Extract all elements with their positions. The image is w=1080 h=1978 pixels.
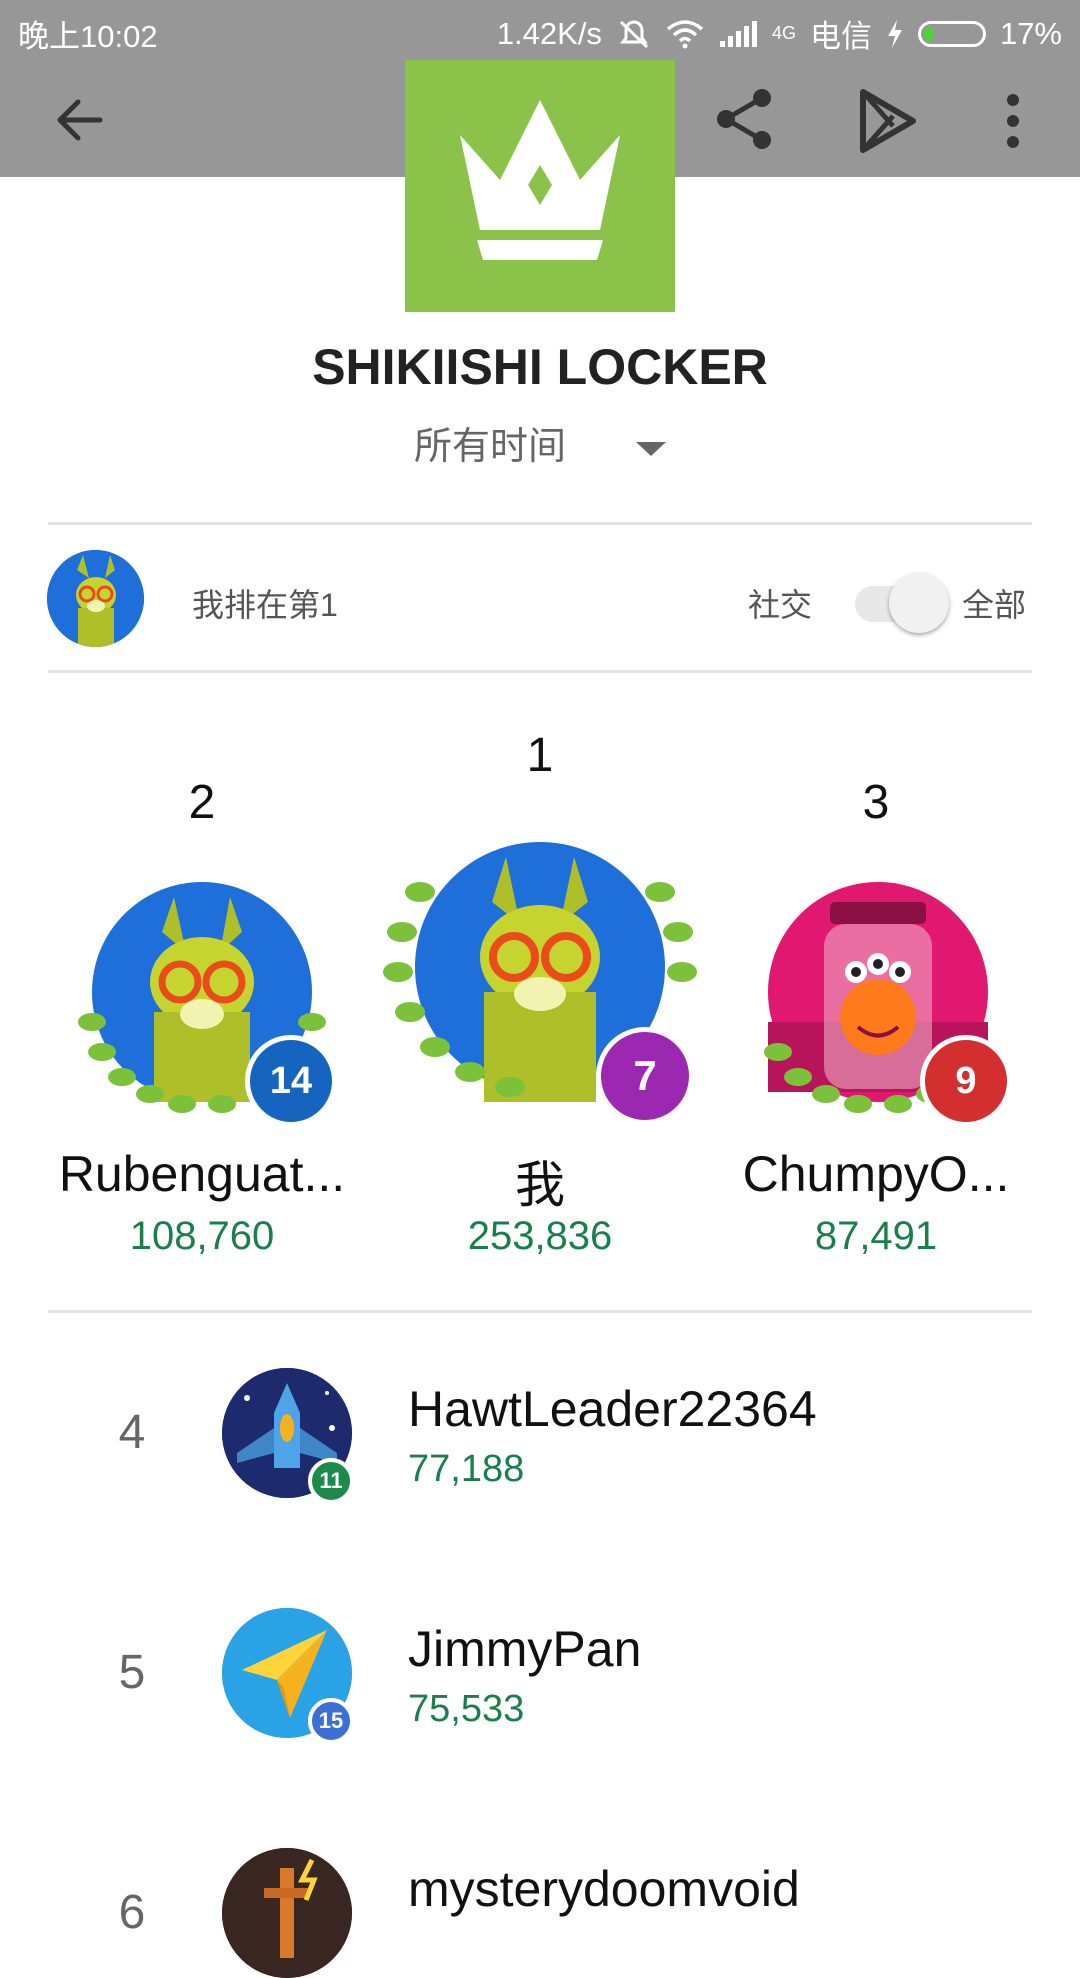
list-name: mysterydoomvoid <box>408 1861 800 1917</box>
sword-avatar-icon <box>222 1848 352 1978</box>
back-button[interactable] <box>50 90 120 154</box>
divider <box>48 670 1032 673</box>
battery-percent: 17% <box>999 15 1062 51</box>
status-bar: 晚上10:02 1.42K/s 4G 电信 17% <box>0 0 1080 60</box>
list-rank: 4 <box>118 1406 146 1459</box>
list-rank: 6 <box>118 1886 146 1939</box>
time-filter-dropdown[interactable]: 所有时间 <box>0 415 1080 470</box>
level-badge: 14 <box>245 1035 337 1127</box>
podium-score-3: 87,491 <box>814 1214 938 1258</box>
game-title: SHIKIISHI LOCKER <box>312 339 768 395</box>
list-score: 77,188 <box>408 1448 525 1490</box>
podium-name-3: ChumpyO... <box>742 1146 1010 1202</box>
podium-name-2: Rubenguat... <box>58 1146 346 1202</box>
podium-name-1: 我 <box>515 1157 565 1213</box>
podium-score-2: 108,760 <box>129 1214 275 1258</box>
list-name: JimmyPan <box>408 1621 642 1677</box>
more-vert-icon <box>1007 94 1019 148</box>
llama-avatar-icon <box>47 550 144 647</box>
level-badge: 9 <box>920 1035 1012 1127</box>
level-badge: 7 <box>596 1027 694 1125</box>
toggle-knob[interactable] <box>889 573 949 633</box>
play-store-icon <box>860 89 916 153</box>
divider <box>48 1310 1032 1313</box>
list-score: 75,533 <box>408 1688 525 1730</box>
share-icon <box>717 89 771 149</box>
divider <box>48 522 1032 525</box>
social-label: 社交 <box>748 587 813 623</box>
all-label: 全部 <box>962 587 1027 623</box>
game-icon <box>405 60 675 312</box>
charging-icon <box>887 19 902 48</box>
time-filter-label: 所有时间 <box>413 426 566 468</box>
level-badge: 11 <box>308 1458 354 1504</box>
signal-icon <box>719 20 757 47</box>
podium-rank-3: 3 <box>862 776 890 829</box>
list-rank: 5 <box>118 1646 146 1699</box>
avatar <box>222 1848 352 1978</box>
arrow-left-icon <box>57 99 103 141</box>
dropdown-arrow-icon <box>636 441 666 456</box>
podium-rank-2: 2 <box>188 776 216 829</box>
more-options-button[interactable] <box>995 86 1031 156</box>
status-icons: 1.42K/s 4G 电信 17% <box>497 11 1062 56</box>
mute-icon <box>619 19 648 48</box>
play-store-button[interactable] <box>855 86 925 156</box>
level-badge: 15 <box>308 1698 354 1744</box>
my-rank-text: 我排在第1 <box>192 587 338 623</box>
wifi-icon <box>666 19 704 48</box>
battery-icon <box>917 20 986 47</box>
podium-rank-1: 1 <box>526 729 554 782</box>
podium-score-1: 253,836 <box>467 1214 613 1258</box>
crown-icon <box>460 100 620 260</box>
share-button[interactable] <box>710 84 780 154</box>
network-type: 4G <box>771 23 796 43</box>
list-name: HawtLeader22364 <box>408 1381 817 1437</box>
avatar[interactable] <box>47 550 144 647</box>
network-speed: 1.42K/s <box>496 15 602 51</box>
carrier: 电信 <box>809 19 872 54</box>
status-time: 晚上10:02 <box>18 19 158 54</box>
